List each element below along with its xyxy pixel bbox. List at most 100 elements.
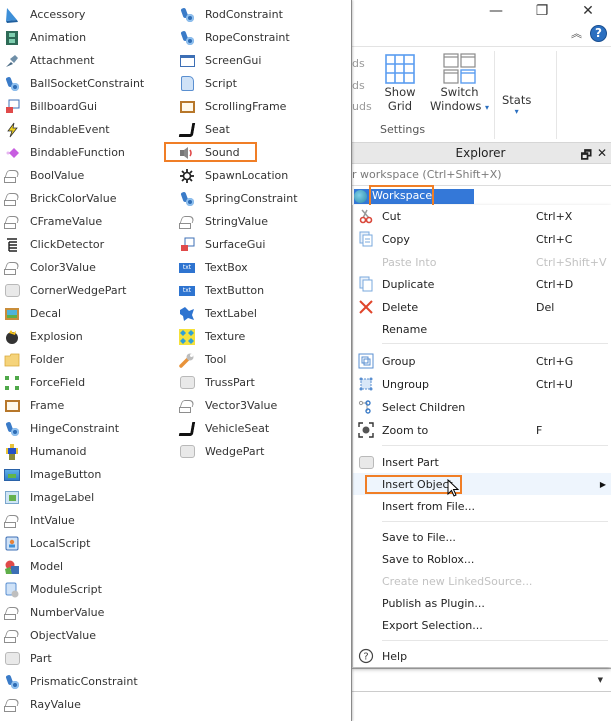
object-item-script[interactable]: Script — [175, 72, 345, 95]
object-item-intvalue[interactable]: IntValue — [0, 509, 170, 532]
restore-button[interactable]: ❐ — [519, 0, 565, 22]
show-grid-button[interactable]: Show Grid — [384, 53, 416, 113]
object-item-cframevalue[interactable]: CFrameValue — [0, 210, 170, 233]
help-icon[interactable]: ? — [590, 24, 607, 42]
object-item-rodconstraint[interactable]: RodConstraint — [175, 3, 345, 26]
object-item-screengui[interactable]: ScreenGui — [175, 49, 345, 72]
object-item-frame[interactable]: Frame — [0, 394, 170, 417]
object-item-label: TextBox — [205, 261, 248, 274]
object-item-label: NumberValue — [30, 606, 105, 619]
switch-windows-button[interactable]: Switch Windows ▾ — [430, 53, 489, 115]
object-item-stringvalue[interactable]: StringValue — [175, 210, 345, 233]
frame-icon — [4, 398, 20, 414]
object-item-texture[interactable]: Texture — [175, 325, 345, 348]
object-item-model[interactable]: Model — [0, 555, 170, 578]
menu-item-zoom-to[interactable]: Zoom to F — [353, 419, 611, 441]
object-item-ballsocketconstraint[interactable]: BallSocketConstraint — [0, 72, 170, 95]
value-icon — [4, 513, 20, 529]
object-item-wedgepart[interactable]: WedgePart — [175, 440, 345, 463]
menu-item-select-children[interactable]: Select Children — [353, 396, 611, 418]
workspace-globe-icon — [354, 190, 367, 203]
object-item-numbervalue[interactable]: NumberValue — [0, 601, 170, 624]
object-item-color3value[interactable]: Color3Value — [0, 256, 170, 279]
properties-dropdown[interactable]: ▼ — [350, 668, 611, 692]
menu-label: Group — [382, 354, 416, 368]
ungroup-icon — [357, 376, 375, 392]
object-item-textlabel[interactable]: TextLabel — [175, 302, 345, 325]
menu-item-delete[interactable]: Delete Del — [353, 296, 611, 318]
close-panel-icon[interactable]: ✕ — [597, 146, 607, 167]
menu-item-publish-as-plugin[interactable]: Publish as Plugin... — [353, 592, 611, 614]
object-item-hingeconstraint[interactable]: HingeConstraint — [0, 417, 170, 440]
menu-item-cut[interactable]: Cut Ctrl+X — [353, 205, 611, 227]
object-item-brickcolorvalue[interactable]: BrickColorValue — [0, 187, 170, 210]
object-item-textbutton[interactable]: txt TextButton — [175, 279, 345, 302]
object-item-objectvalue[interactable]: ObjectValue — [0, 624, 170, 647]
menu-item-group[interactable]: Group Ctrl+G — [353, 350, 611, 372]
menu-item-save-to-file[interactable]: Save to File... — [353, 526, 611, 548]
object-item-decal[interactable]: Decal — [0, 302, 170, 325]
object-item-billboardgui[interactable]: BillboardGui — [0, 95, 170, 118]
object-item-trusspart[interactable]: TrussPart — [175, 371, 345, 394]
object-item-sound[interactable]: Sound — [175, 141, 345, 164]
object-item-label: CFrameValue — [30, 215, 103, 228]
object-item-ropeconstraint[interactable]: RopeConstraint — [175, 26, 345, 49]
object-item-textbox[interactable]: txt TextBox — [175, 256, 345, 279]
object-item-bindableevent[interactable]: BindableEvent — [0, 118, 170, 141]
tree-item-workspace[interactable]: Workspace — [350, 186, 611, 206]
object-item-explosion[interactable]: Explosion — [0, 325, 170, 348]
object-item-localscript[interactable]: LocalScript — [0, 532, 170, 555]
object-item-bindablefunction[interactable]: BindableFunction — [0, 141, 170, 164]
object-item-boolvalue[interactable]: BoolValue — [0, 164, 170, 187]
object-item-cornerwedgepart[interactable]: CornerWedgePart — [0, 279, 170, 302]
object-item-accessory[interactable]: Accessory — [0, 3, 170, 26]
object-item-surfacegui[interactable]: SurfaceGui — [175, 233, 345, 256]
value-icon — [179, 214, 195, 230]
object-item-modulescript[interactable]: ModuleScript — [0, 578, 170, 601]
object-item-label: Humanoid — [30, 445, 87, 458]
menu-item-copy[interactable]: Copy Ctrl+C — [353, 228, 611, 250]
object-item-springconstraint[interactable]: SpringConstraint — [175, 187, 345, 210]
textbutton-icon: txt — [179, 283, 195, 299]
float-panel-icon[interactable]: 🗗 — [581, 146, 592, 167]
menu-label: Paste Into — [382, 255, 437, 269]
menu-item-insert-part[interactable]: Insert Part — [353, 451, 611, 473]
menu-item-paste-into[interactable]: Paste Into Ctrl+Shift+V — [353, 251, 611, 273]
object-item-prismaticconstraint[interactable]: PrismaticConstraint — [0, 670, 170, 693]
menu-label: Cut — [382, 209, 401, 223]
menu-item-rename[interactable]: Rename — [353, 318, 611, 340]
close-window-button[interactable]: ✕ — [565, 0, 611, 22]
object-item-imagelabel[interactable]: ImageLabel — [0, 486, 170, 509]
menu-item-ungroup[interactable]: Ungroup Ctrl+U — [353, 373, 611, 395]
menu-item-save-to-roblox[interactable]: Save to Roblox... — [353, 548, 611, 570]
object-item-humanoid[interactable]: Humanoid — [0, 440, 170, 463]
explorer-filter-input[interactable]: r workspace (Ctrl+Shift+X) — [350, 164, 611, 186]
menu-item-export-selection[interactable]: Export Selection... — [353, 614, 611, 636]
menu-item-duplicate[interactable]: Duplicate Ctrl+D — [353, 273, 611, 295]
object-item-rayvalue[interactable]: RayValue — [0, 693, 170, 716]
object-item-tool[interactable]: Tool — [175, 348, 345, 371]
object-item-clickdetector[interactable]: ClickDetector — [0, 233, 170, 256]
object-item-folder[interactable]: Folder — [0, 348, 170, 371]
object-item-seat[interactable]: Seat — [175, 118, 345, 141]
menu-item-insert-from-file[interactable]: Insert from File... — [353, 495, 611, 517]
switch-windows-icon — [442, 53, 476, 84]
object-item-forcefield[interactable]: ForceField — [0, 371, 170, 394]
object-item-imagebutton[interactable]: ImageButton — [0, 463, 170, 486]
object-item-attachment[interactable]: Attachment — [0, 49, 170, 72]
collapse-ribbon-icon[interactable]: ︽ — [571, 25, 582, 41]
object-item-scrollingframe[interactable]: ScrollingFrame — [175, 95, 345, 118]
menu-item-create-linked-source[interactable]: Create new LinkedSource... — [353, 570, 611, 592]
menu-item-help[interactable]: ? Help — [353, 645, 611, 667]
menu-item-insert-object[interactable]: Insert Object ▶ — [353, 473, 611, 495]
minimize-button[interactable]: — — [473, 0, 519, 22]
object-item-vector3value[interactable]: Vector3Value — [175, 394, 345, 417]
object-item-part[interactable]: Part — [0, 647, 170, 670]
grid-icon — [385, 54, 415, 84]
stats-button[interactable]: Stats ▾ — [502, 93, 531, 116]
object-item-animation[interactable]: Animation — [0, 26, 170, 49]
object-item-spawnlocation[interactable]: SpawnLocation — [175, 164, 345, 187]
object-item-label: ImageLabel — [30, 491, 95, 504]
object-item-vehicleseat[interactable]: VehicleSeat — [175, 417, 345, 440]
stats-label: Stats — [502, 93, 532, 107]
